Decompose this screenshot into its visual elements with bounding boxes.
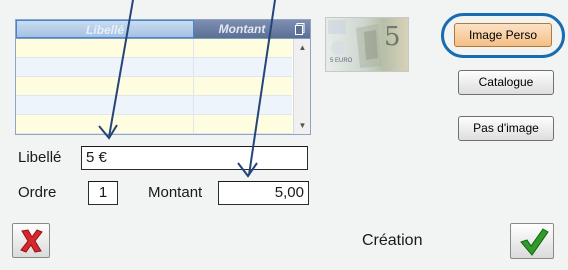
ordre-label: Ordre: [18, 184, 57, 201]
table-row[interactable]: [16, 39, 292, 58]
libelle-label: Libellé: [18, 149, 62, 166]
table-row[interactable]: [16, 77, 292, 96]
green-check-icon: [520, 228, 549, 256]
copy-icon[interactable]: [290, 20, 310, 38]
ordre-input[interactable]: 1: [88, 181, 118, 205]
scroll-up-icon[interactable]: ▲: [294, 39, 311, 56]
banknote-caption: 5 EURO: [330, 58, 353, 64]
catalogue-button[interactable]: Catalogue: [458, 70, 554, 95]
table-row[interactable]: [16, 58, 292, 77]
confirm-button[interactable]: [510, 223, 554, 259]
grid-header: Libellé Montant: [16, 20, 310, 39]
grid-scrollbar[interactable]: ▲ ▼: [293, 39, 310, 134]
banknote-image: 5 5 EURO: [325, 17, 409, 72]
montant-label: Montant: [148, 184, 203, 201]
pas-image-button[interactable]: Pas d'image: [458, 116, 554, 141]
cancel-button[interactable]: [12, 223, 50, 258]
column-header-montant[interactable]: Montant: [194, 20, 290, 38]
column-header-libelle[interactable]: Libellé: [16, 20, 194, 38]
status-label: Création: [362, 232, 423, 249]
scroll-down-icon[interactable]: ▼: [294, 117, 311, 134]
libelle-input[interactable]: 5 €: [81, 146, 308, 170]
red-x-icon: [20, 229, 43, 253]
items-grid[interactable]: Libellé Montant ▲ ▼: [15, 19, 311, 135]
table-row[interactable]: [16, 115, 292, 134]
banknote-value: 5: [384, 22, 401, 52]
image-perso-button[interactable]: Image Perso: [454, 23, 552, 47]
montant-input[interactable]: 5,00: [218, 181, 309, 205]
table-row[interactable]: [16, 96, 292, 115]
